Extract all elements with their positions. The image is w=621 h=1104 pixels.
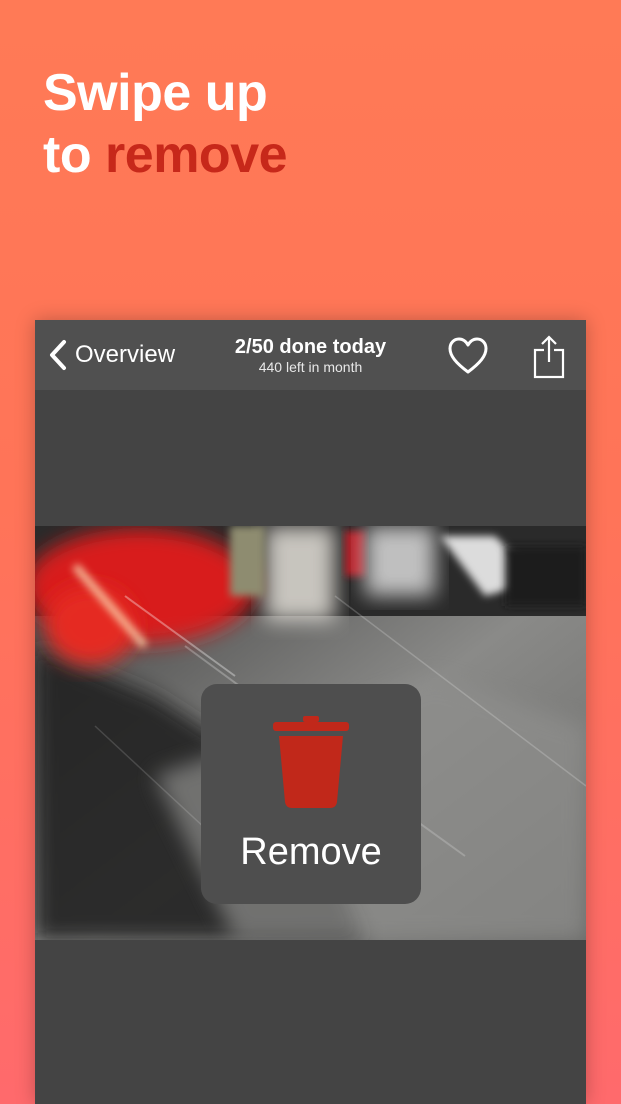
progress-title: 2/50 done today 440 left in month: [185, 335, 436, 375]
promo-line-2-accent: remove: [105, 126, 288, 184]
progress-count: 2/50 done today: [234, 336, 387, 358]
progress-remaining: 440 left in month: [258, 359, 363, 375]
navigation-bar: Overview 2/50 done today 440 left in mon…: [35, 320, 586, 390]
remove-action-overlay[interactable]: Remove: [201, 684, 421, 904]
chevron-left-icon: [50, 340, 66, 370]
trash-icon: [273, 716, 349, 808]
heart-icon[interactable]: [447, 336, 489, 376]
promo-line-2-prefix: to: [43, 126, 106, 184]
promo-line-1: Swipe up: [43, 64, 268, 122]
back-button-label: Overview: [75, 341, 176, 368]
back-button[interactable]: Overview: [45, 334, 175, 376]
share-icon[interactable]: [531, 334, 567, 380]
promo-headline: Swipe up to remove: [43, 62, 288, 186]
remove-label: Remove: [240, 831, 382, 873]
